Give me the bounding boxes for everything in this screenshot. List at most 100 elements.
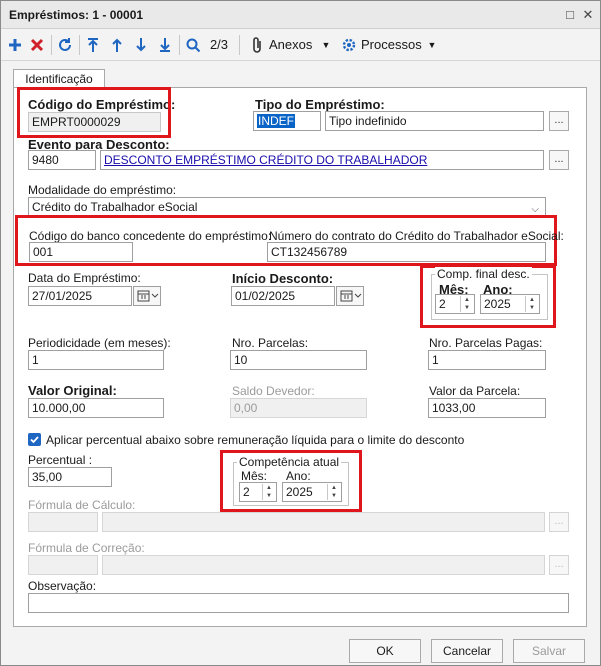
- tipo-emprestimo-code: INDEF: [257, 114, 295, 128]
- periodicidade-label: Periodicidade (em meses):: [28, 336, 171, 350]
- tipo-emprestimo-lookup-button[interactable]: ...: [549, 111, 569, 131]
- chevron-up-icon: ▲: [464, 297, 470, 303]
- first-record-icon[interactable]: [85, 35, 101, 55]
- tipo-emprestimo-description-field[interactable]: Tipo indefinido: [325, 111, 544, 131]
- codigo-banco-label: Código do banco concedente do empréstimo…: [29, 229, 272, 243]
- competencia-atual-mes-stepper[interactable]: 2 ▲ ▼: [239, 482, 277, 502]
- nro-parcelas-label: Nro. Parcelas:: [232, 336, 309, 350]
- tab-identificacao[interactable]: Identificação: [13, 69, 105, 88]
- formula-calculo-description-field: [102, 512, 545, 532]
- tipo-emprestimo-code-field[interactable]: INDEF: [253, 111, 321, 131]
- valor-original-field[interactable]: 10.000,00: [28, 398, 164, 418]
- nro-parcelas-field[interactable]: 10: [230, 350, 367, 370]
- evento-desconto-lookup-button[interactable]: ...: [549, 150, 569, 170]
- inicio-desconto-calendar-button[interactable]: [336, 286, 364, 306]
- formula-correcao-code-field: [28, 555, 98, 575]
- data-emprestimo-calendar-button[interactable]: [133, 286, 161, 306]
- toolbar-separator: [239, 35, 240, 55]
- aplicar-percentual-label: Aplicar percentual abaixo sobre remunera…: [46, 433, 465, 447]
- competencia-atual-ano-value: 2025: [286, 485, 313, 499]
- highlight-box: [17, 87, 171, 138]
- record-position: 2/3: [209, 37, 229, 52]
- competencia-atual-ano-stepper[interactable]: 2025 ▲ ▼: [282, 482, 342, 502]
- calendar-icon: [137, 290, 159, 302]
- chevron-down-icon: ▼: [464, 305, 470, 311]
- comp-final-legend: Comp. final desc.: [435, 267, 532, 281]
- comp-final-ano-value: 2025: [484, 297, 511, 311]
- stepper-arrows[interactable]: ▲ ▼: [525, 296, 538, 312]
- saldo-devedor-field: 0,00: [230, 398, 367, 418]
- delete-icon[interactable]: [29, 35, 45, 55]
- chevron-down-icon[interactable]: ▼: [321, 35, 331, 55]
- processos-menu[interactable]: Processos: [361, 35, 422, 55]
- comp-final-mes-stepper[interactable]: 2 ▲ ▼: [435, 294, 475, 314]
- evento-desconto-description-link[interactable]: DESCONTO EMPRÉSTIMO CRÉDITO DO TRABALHAD…: [100, 150, 544, 170]
- formula-correcao-lookup-button: ...: [549, 555, 569, 575]
- competencia-atual-mes-value: 2: [243, 485, 250, 499]
- toolbar-separator: [51, 35, 52, 55]
- percentual-label: Percentual :: [28, 453, 93, 467]
- chevron-down-icon[interactable]: ▼: [427, 35, 437, 55]
- evento-desconto-code-field[interactable]: 9480: [28, 150, 96, 170]
- competencia-atual-legend: Competência atual: [237, 455, 342, 469]
- data-emprestimo-field[interactable]: 27/01/2025: [28, 286, 132, 306]
- saldo-devedor-label: Saldo Devedor:: [232, 384, 315, 398]
- cancel-button[interactable]: Cancelar: [431, 639, 503, 663]
- gear-icon: [341, 35, 357, 55]
- toolbar-separator: [79, 35, 80, 55]
- percentual-field[interactable]: 35,00: [28, 467, 112, 487]
- paperclip-icon: [251, 35, 265, 55]
- ok-button[interactable]: OK: [349, 639, 421, 663]
- search-icon[interactable]: [185, 35, 201, 55]
- chevron-down-icon: ▼: [331, 493, 337, 499]
- refresh-icon[interactable]: [57, 35, 73, 55]
- toolbar-separator: [179, 35, 180, 55]
- numero-contrato-field[interactable]: CT132456789: [267, 242, 546, 262]
- comp-final-mes-value: 2: [439, 297, 446, 311]
- observacao-label: Observação:: [28, 579, 97, 593]
- stepper-arrows[interactable]: ▲ ▼: [262, 484, 275, 500]
- formula-correcao-description-field: [102, 555, 545, 575]
- chevron-up-icon: ▲: [266, 485, 272, 491]
- inicio-desconto-field[interactable]: 01/02/2025: [231, 286, 335, 306]
- title-bar: Empréstimos: 1 - 00001 □ ✕: [1, 1, 600, 29]
- valor-parcela-field[interactable]: 1033,00: [428, 398, 546, 418]
- modalidade-label: Modalidade do empréstimo:: [28, 183, 177, 197]
- chevron-down-icon: ▼: [266, 493, 272, 499]
- next-record-icon[interactable]: [133, 35, 149, 55]
- chevron-up-icon: ▲: [529, 297, 535, 303]
- chevron-up-icon: ▲: [331, 485, 337, 491]
- valor-original-label: Valor Original:: [28, 383, 117, 398]
- loan-window: Empréstimos: 1 - 00001 □ ✕ 2/3 Anexos ▼ …: [0, 0, 601, 666]
- calendar-icon: [340, 290, 362, 302]
- observacao-field[interactable]: [28, 593, 569, 613]
- anexos-menu[interactable]: Anexos: [269, 35, 319, 55]
- check-icon: [30, 436, 39, 444]
- stepper-arrows[interactable]: ▲ ▼: [327, 484, 340, 500]
- numero-contrato-label: Número do contrato do Crédito do Trabalh…: [269, 229, 564, 243]
- nro-parcelas-pagas-field[interactable]: 1: [428, 350, 546, 370]
- window-title: Empréstimos: 1 - 00001: [9, 8, 144, 22]
- close-icon[interactable]: ✕: [579, 6, 597, 24]
- formula-calculo-label: Fórmula de Cálculo:: [28, 498, 136, 512]
- codigo-banco-field[interactable]: 001: [29, 242, 133, 262]
- formula-calculo-code-field: [28, 512, 98, 532]
- last-record-icon[interactable]: [157, 35, 173, 55]
- data-emprestimo-label: Data do Empréstimo:: [28, 271, 141, 285]
- modalidade-value: Crédito do Trabalhador eSocial: [32, 200, 198, 214]
- formula-calculo-lookup-button: ...: [549, 512, 569, 532]
- tipo-emprestimo-label: Tipo do Empréstimo:: [255, 97, 385, 112]
- comp-final-ano-stepper[interactable]: 2025 ▲ ▼: [480, 294, 540, 314]
- maximize-icon[interactable]: □: [561, 6, 579, 24]
- formula-correcao-label: Fórmula de Correção:: [28, 541, 145, 555]
- competencia-atual-ano-label: Ano:: [286, 469, 311, 483]
- stepper-arrows[interactable]: ▲ ▼: [460, 296, 473, 312]
- chevron-down-icon: ▼: [529, 305, 535, 311]
- periodicidade-field[interactable]: 1: [28, 350, 164, 370]
- nro-parcelas-pagas-label: Nro. Parcelas Pagas:: [429, 336, 543, 350]
- modalidade-select[interactable]: Crédito do Trabalhador eSocial ⌵: [28, 197, 546, 217]
- add-icon[interactable]: [7, 35, 23, 55]
- aplicar-percentual-checkbox[interactable]: [28, 433, 41, 446]
- previous-record-icon[interactable]: [109, 35, 125, 55]
- inicio-desconto-label: Início Desconto:: [232, 271, 334, 286]
